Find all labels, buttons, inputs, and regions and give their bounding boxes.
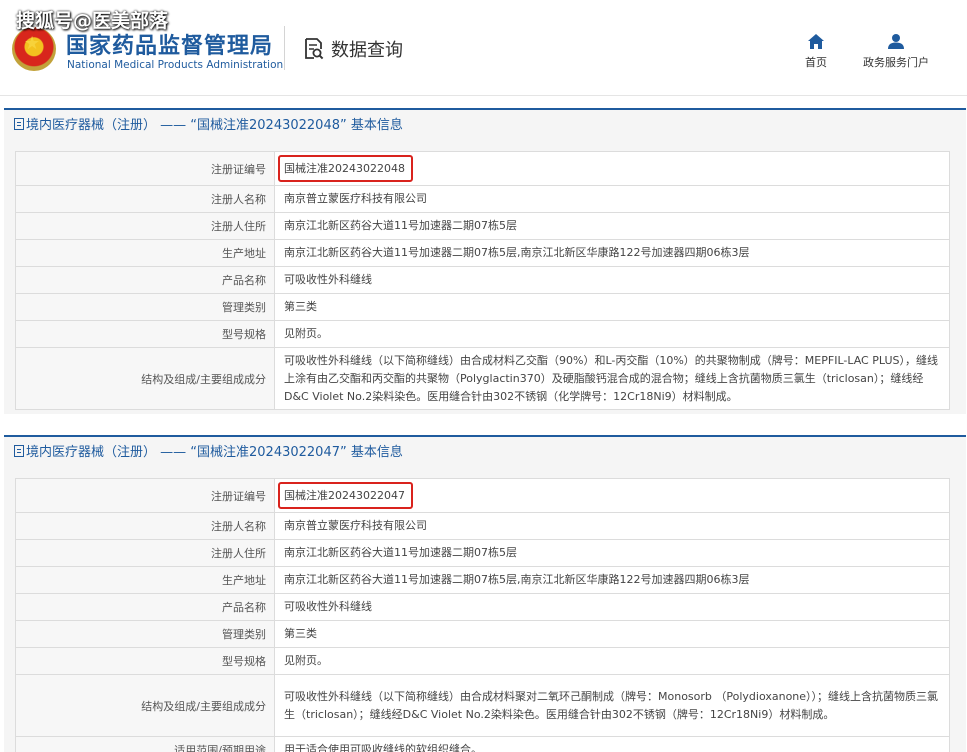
row-value: 南京江北新区药谷大道11号加速器二期07栋5层,南京江北新区华康路122号加速器… [274, 566, 950, 594]
row-value: 南京普立蒙医疗科技有限公司 [274, 512, 950, 540]
table-row: 注册人名称 南京普立蒙医疗科技有限公司 [15, 185, 950, 213]
nav-home-link[interactable]: 首页 [798, 34, 834, 70]
row-label: 生产地址 [15, 566, 275, 594]
row-value: 可吸收性外科缝线 [274, 266, 950, 294]
section-title-text: 境内医疗器械（注册） —— “国械注准20243022048” 基本信息 [26, 118, 403, 133]
row-label: 注册人住所 [15, 212, 275, 240]
row-value: 用于适合使用可吸收缝线的软组织缝合。 [274, 736, 950, 752]
row-value: 南京江北新区药谷大道11号加速器二期07栋5层,南京江北新区华康路122号加速器… [274, 239, 950, 267]
row-label: 适用范围/预期用途 [15, 736, 275, 752]
table-row: 生产地址 南京江北新区药谷大道11号加速器二期07栋5层,南京江北新区华康路122… [15, 239, 950, 267]
row-value: 可吸收性外科缝线（以下简称缝线）由合成材料聚对二氧环己酮制成（牌号：Monoso… [274, 674, 950, 737]
row-value: 南京江北新区药谷大道11号加速器二期07栋5层 [274, 539, 950, 567]
section-title-text: 境内医疗器械（注册） —— “国械注准20243022047” 基本信息 [26, 445, 403, 460]
table-row: 管理类别 第三类 [15, 620, 950, 648]
table-row: 适用范围/预期用途 用于适合使用可吸收缝线的软组织缝合。 [15, 736, 950, 752]
row-value: 第三类 [274, 293, 950, 321]
table-row: 管理类别 第三类 [15, 293, 950, 321]
device-info-table: 注册证编号 国械注准20243022048 注册人名称 南京普立蒙医疗科技有限公司 … [15, 151, 950, 410]
table-row: 注册证编号 国械注准20243022048 [15, 151, 950, 186]
row-label: 型号规格 [15, 647, 275, 675]
row-value: 见附页。 [274, 320, 950, 348]
row-label: 结构及组成/主要组成成分 [15, 674, 275, 737]
table-row: 结构及组成/主要组成成分 可吸收性外科缝线（以下简称缝线）由合成材料乙交酯（90%… [15, 347, 950, 410]
row-label: 注册人住所 [15, 539, 275, 567]
row-label: 注册人名称 [15, 512, 275, 540]
table-row: 结构及组成/主要组成成分 可吸收性外科缝线（以下简称缝线）由合成材料聚对二氧环己酮… [15, 674, 950, 737]
registration-number-highlight: 国械注准20243022048 [278, 155, 413, 182]
document-search-icon [304, 37, 324, 61]
registration-number-highlight: 国械注准20243022047 [278, 482, 413, 509]
device-info-table: 注册证编号 国械注准20243022047 注册人名称 南京普立蒙医疗科技有限公司 … [15, 478, 950, 752]
national-emblem-logo: ★ [12, 27, 56, 71]
table-row: 产品名称 可吸收性外科缝线 [15, 266, 950, 294]
section-title: 境内医疗器械（注册） —— “国械注准20243022048” 基本信息 [4, 110, 966, 142]
table-row: 型号规格 见附页。 [15, 647, 950, 675]
table-row: 生产地址 南京江北新区药谷大道11号加速器二期07栋5层,南京江北新区华康路122… [15, 566, 950, 594]
row-label: 注册证编号 [15, 151, 275, 186]
brand-name-en: National Medical Products Administration [67, 59, 284, 71]
data-query-title: 数据查询 [331, 40, 403, 61]
row-value: 南京江北新区药谷大道11号加速器二期07栋5层 [274, 212, 950, 240]
row-value: 可吸收性外科缝线（以下简称缝线）由合成材料乙交酯（90%）和L-丙交酯（10%）… [274, 347, 950, 410]
table-row: 注册人住所 南京江北新区药谷大道11号加速器二期07栋5层 [15, 539, 950, 567]
nav-portal-label: 政务服务门户 [863, 56, 929, 69]
user-icon [888, 34, 904, 49]
row-label: 产品名称 [15, 266, 275, 294]
nav-home-label: 首页 [805, 56, 827, 69]
row-value: 见附页。 [274, 647, 950, 675]
row-value: 南京普立蒙医疗科技有限公司 [274, 185, 950, 213]
row-label: 生产地址 [15, 239, 275, 267]
row-label: 管理类别 [15, 293, 275, 321]
table-row: 型号规格 见附页。 [15, 320, 950, 348]
row-value: 可吸收性外科缝线 [274, 593, 950, 621]
row-value: 第三类 [274, 620, 950, 648]
row-label: 注册人名称 [15, 185, 275, 213]
device-info-section-2: 境内医疗器械（注册） —— “国械注准20243022047” 基本信息 注册证… [4, 435, 966, 752]
table-row: 注册人名称 南京普立蒙医疗科技有限公司 [15, 512, 950, 540]
table-row: 产品名称 可吸收性外科缝线 [15, 593, 950, 621]
device-info-section-1: 境内医疗器械（注册） —— “国械注准20243022048” 基本信息 注册证… [4, 108, 966, 414]
home-icon [808, 34, 824, 49]
header-divider [284, 26, 285, 70]
section-title: 境内医疗器械（注册） —— “国械注准20243022047” 基本信息 [4, 437, 966, 469]
document-icon [14, 118, 24, 130]
nav-gov-portal-link[interactable]: 政务服务门户 [858, 34, 934, 70]
row-label: 型号规格 [15, 320, 275, 348]
row-label: 产品名称 [15, 593, 275, 621]
table-row: 注册证编号 国械注准20243022047 [15, 478, 950, 513]
row-label: 管理类别 [15, 620, 275, 648]
watermark-text: 搜狐号@医美部落 [16, 10, 169, 32]
document-icon [14, 445, 24, 457]
table-row: 注册人住所 南京江北新区药谷大道11号加速器二期07栋5层 [15, 212, 950, 240]
row-label: 结构及组成/主要组成成分 [15, 347, 275, 410]
data-query-heading: 数据查询 [304, 36, 403, 62]
row-label: 注册证编号 [15, 478, 275, 513]
